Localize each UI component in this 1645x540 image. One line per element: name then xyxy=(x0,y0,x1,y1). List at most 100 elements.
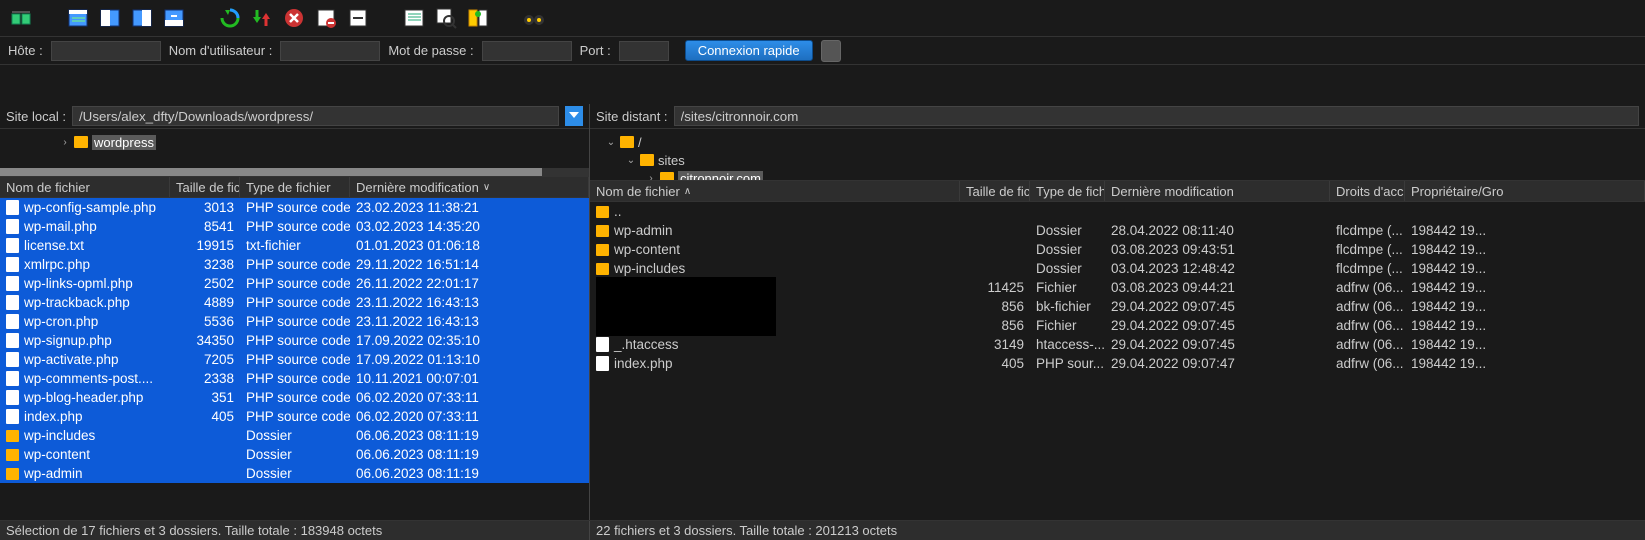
sitemanager-icon[interactable] xyxy=(8,4,36,32)
file-row[interactable]: wp-contentDossier03.08.2023 09:43:51flcd… xyxy=(590,240,1645,259)
file-perm: adfrw (06... xyxy=(1330,280,1405,295)
file-icon xyxy=(6,276,19,291)
parent-dir-row[interactable]: .. xyxy=(590,202,1645,221)
file-row[interactable]: wp-cron.php5536PHP source code23.11.2022… xyxy=(0,312,589,331)
file-row[interactable]: wp-content Dossier06.06.2023 08:11:19 xyxy=(0,445,589,464)
file-size: 7205 xyxy=(170,352,240,367)
file-row[interactable]: wp-links-opml.php2502PHP source code26.1… xyxy=(0,274,589,293)
file-type: PHP source code xyxy=(240,390,350,405)
toggle-log-icon[interactable] xyxy=(64,4,92,32)
file-size: 405 xyxy=(960,356,1030,371)
file-date: 03.08.2023 09:44:21 xyxy=(1105,280,1330,295)
file-perm: adfrw (06... xyxy=(1330,299,1405,314)
file-date: 01.01.2023 01:06:18 xyxy=(350,238,589,253)
file-row[interactable]: wp-config-sample.php3013PHP source code2… xyxy=(0,198,589,217)
file-row[interactable]: index.php405PHP source code06.02.2020 07… xyxy=(0,407,589,426)
file-type: PHP source code xyxy=(240,409,350,424)
compare-icon[interactable] xyxy=(464,4,492,32)
filter-icon[interactable] xyxy=(400,4,428,32)
col-name[interactable]: Nom de fichier xyxy=(0,177,170,197)
file-name: wp-config-sample.php xyxy=(24,200,156,215)
horizontal-scrollbar[interactable] xyxy=(0,168,589,176)
file-row[interactable]: wp-adminDossier28.04.2022 08:11:40flcdmp… xyxy=(590,221,1645,240)
tree-item-wordpress[interactable]: › wordpress xyxy=(0,133,589,151)
quickconnect-button[interactable]: Connexion rapide xyxy=(685,40,813,61)
disconnect-icon[interactable] xyxy=(312,4,340,32)
file-size: 34350 xyxy=(170,333,240,348)
file-icon xyxy=(596,337,609,352)
local-tree[interactable]: › wordpress xyxy=(0,128,589,176)
cancel-icon[interactable] xyxy=(280,4,308,32)
local-list-header: Nom de fichier Taille de fichie Type de … xyxy=(0,176,589,198)
file-date: 23.02.2023 11:38:21 xyxy=(350,200,589,215)
tree-item-root[interactable]: ⌄ / xyxy=(590,133,1645,151)
file-row[interactable]: wp-mail.php8541PHP source code03.02.2023… xyxy=(0,217,589,236)
tree-item-citronnoir[interactable]: › citronnoir.com xyxy=(590,169,1645,180)
file-size: 2338 xyxy=(170,371,240,386)
file-row[interactable]: xmlrpc.php3238PHP source code29.11.2022 … xyxy=(0,255,589,274)
col-type[interactable]: Type de fichier xyxy=(1030,181,1105,201)
file-date: 29.11.2022 16:51:14 xyxy=(350,257,589,272)
file-size: 2502 xyxy=(170,276,240,291)
file-name: wp-content xyxy=(24,447,90,462)
file-date: 10.11.2021 00:07:01 xyxy=(350,371,589,386)
tree-expand-icon[interactable]: ⌄ xyxy=(626,155,636,166)
col-permissions[interactable]: Droits d'accès xyxy=(1330,181,1405,201)
host-input[interactable] xyxy=(51,41,161,61)
file-row[interactable]: license.txt19915txt-fichier01.01.2023 01… xyxy=(0,236,589,255)
user-input[interactable] xyxy=(280,41,380,61)
file-name: wp-blog-header.php xyxy=(24,390,143,405)
tree-expand-icon[interactable]: › xyxy=(646,173,656,181)
col-type[interactable]: Type de fichier xyxy=(240,177,350,197)
refresh-icon[interactable] xyxy=(216,4,244,32)
toggle-queue-icon[interactable] xyxy=(160,4,188,32)
process-queue-icon[interactable] xyxy=(248,4,276,32)
local-path-dropdown[interactable] xyxy=(565,106,583,126)
file-row[interactable]: wp-blog-header.php351PHP source code06.0… xyxy=(0,388,589,407)
file-row[interactable]: index.php405PHP sour...29.04.2022 09:07:… xyxy=(590,354,1645,373)
file-row[interactable]: wp-comments-post....2338PHP source code1… xyxy=(0,369,589,388)
file-row[interactable]: wp-activate.php7205PHP source code17.09.… xyxy=(0,350,589,369)
file-name: wp-activate.php xyxy=(24,352,119,367)
search-icon[interactable] xyxy=(432,4,460,32)
file-icon xyxy=(6,219,19,234)
toggle-remotetree-icon[interactable] xyxy=(128,4,156,32)
file-size: 19915 xyxy=(170,238,240,253)
quickconnect-dropdown[interactable] xyxy=(821,40,841,62)
file-name: wp-cron.php xyxy=(24,314,98,329)
file-row[interactable]: wp-trackback.php4889PHP source code23.11… xyxy=(0,293,589,312)
reconnect-icon[interactable] xyxy=(344,4,372,32)
message-log[interactable] xyxy=(0,64,1645,104)
local-path-input[interactable] xyxy=(72,106,559,126)
file-type: PHP source code xyxy=(240,371,350,386)
remote-tree[interactable]: ⌄ / ⌄ sites › citronnoir.com xyxy=(590,128,1645,180)
local-file-list[interactable]: wp-config-sample.php3013PHP source code2… xyxy=(0,198,589,520)
file-size: 856 xyxy=(960,318,1030,333)
remote-file-list[interactable]: ..wp-adminDossier28.04.2022 08:11:40flcd… xyxy=(590,202,1645,520)
col-size[interactable]: Taille de fichie xyxy=(170,177,240,197)
file-date: 06.06.2023 08:11:19 xyxy=(350,447,589,462)
col-size[interactable]: Taille de fichi xyxy=(960,181,1030,201)
file-perm: flcdmpe (... xyxy=(1330,242,1405,257)
binoc-icon[interactable] xyxy=(520,4,548,32)
col-owner[interactable]: Propriétaire/Gro xyxy=(1405,181,1645,201)
sort-asc-icon: ∧ xyxy=(684,186,691,197)
remote-path-input[interactable] xyxy=(674,106,1639,126)
toggle-localtree-icon[interactable] xyxy=(96,4,124,32)
port-input[interactable] xyxy=(619,41,669,61)
file-type: PHP source code xyxy=(240,314,350,329)
col-date[interactable]: Dernière modification xyxy=(1105,181,1330,201)
file-row[interactable]: _.htaccess3149htaccess-...29.04.2022 09:… xyxy=(590,335,1645,354)
col-name[interactable]: Nom de fichier∧ xyxy=(590,181,960,201)
pass-input[interactable] xyxy=(482,41,572,61)
col-date[interactable]: Dernière modification∨ xyxy=(350,177,589,197)
tree-expand-icon[interactable]: ⌄ xyxy=(606,137,616,148)
file-row[interactable]: wp-includesDossier03.04.2023 12:48:42flc… xyxy=(590,259,1645,278)
file-type: Dossier xyxy=(240,466,350,481)
file-row[interactable]: wp-signup.php34350PHP source code17.09.2… xyxy=(0,331,589,350)
file-row[interactable]: wp-adminDossier06.06.2023 08:11:19 xyxy=(0,464,589,483)
tree-item-sites[interactable]: ⌄ sites xyxy=(590,151,1645,169)
file-type: Dossier xyxy=(240,447,350,462)
file-row[interactable]: wp-includesDossier06.06.2023 08:11:19 xyxy=(0,426,589,445)
tree-expand-icon[interactable]: › xyxy=(60,137,70,148)
